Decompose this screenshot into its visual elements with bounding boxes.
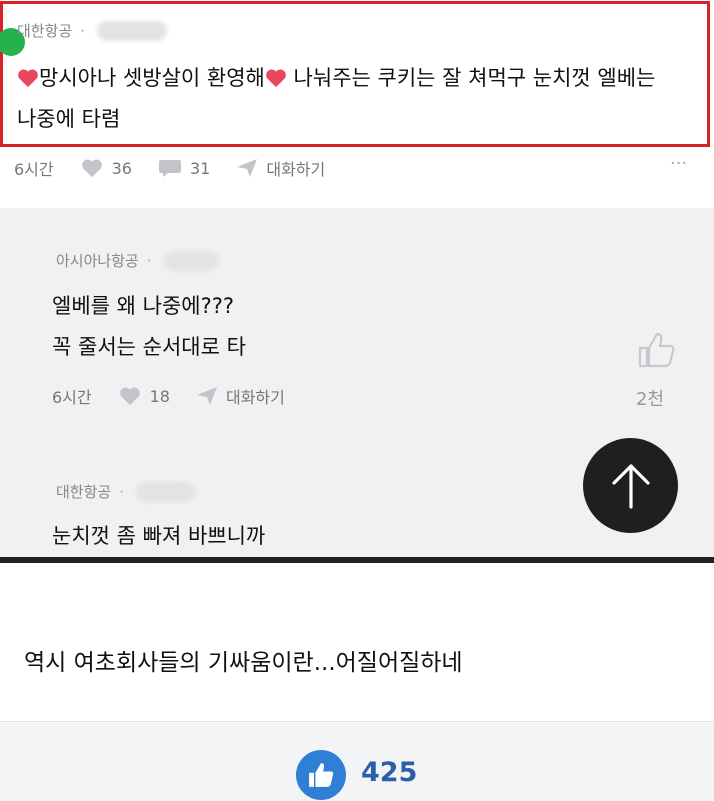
heart-icon: [18, 69, 38, 88]
reply-text-line1: 엘베를 왜 나중에???: [52, 294, 235, 318]
more-options-icon[interactable]: ···: [670, 153, 687, 174]
highlighted-comment: 대한항공 · 망시아나 셋방살이 환영해 나눠주는 쿠키는 잘 쳐먹구 눈치껏 …: [0, 1, 710, 147]
reply-count: 31: [189, 158, 211, 178]
like-heart-icon[interactable]: [80, 158, 104, 178]
image-bottom-border: [0, 557, 714, 563]
comment-time: 6시간: [14, 160, 54, 179]
send-icon[interactable]: [236, 158, 258, 178]
blurred-username: [96, 20, 167, 41]
airline-name: 아시아나항공: [56, 252, 139, 270]
comment-meta: 6시간 36 31 대화하기: [14, 156, 325, 180]
comment-bubble-icon[interactable]: [158, 158, 182, 178]
thumbs-up-icon: [309, 763, 334, 787]
thumbs-up-icon[interactable]: [636, 330, 676, 370]
post-caption: 역시 여초회사들의 기싸움이란...어질어질하네: [24, 650, 463, 676]
blurred-username: [135, 481, 196, 502]
reply-time: 6시간: [52, 388, 92, 407]
like-button[interactable]: [296, 750, 346, 800]
reply-button[interactable]: 대화하기: [226, 384, 285, 408]
comment-text-line2: 나중에 타렴: [17, 107, 121, 131]
reply-author-row: 대한항공 ·: [56, 481, 196, 502]
like-count: 18: [149, 386, 170, 406]
reply-button[interactable]: 대화하기: [266, 156, 325, 180]
like-count: 425: [361, 757, 418, 788]
scroll-to-top-button[interactable]: [583, 438, 678, 533]
comment-text: 망시아나 셋방살이 환영해 나눠주는 쿠키는 잘 쳐먹구 눈치껏 엘베는: [17, 59, 655, 97]
screenshot-image: 대한항공 · 망시아나 셋방살이 환영해 나눠주는 쿠키는 잘 쳐먹구 눈치껏 …: [0, 0, 714, 563]
arrow-up-icon: [611, 463, 650, 509]
airline-name: 대한항공: [56, 483, 112, 501]
reply-meta: 6시간 18 대화하기: [52, 384, 285, 408]
reply-author-row: 아시아나항공 ·: [56, 250, 219, 271]
heart-icon: [266, 69, 286, 88]
airline-name: 대한항공: [17, 22, 73, 40]
comment-author-row: 대한항공 ·: [17, 20, 167, 41]
like-section: 425: [0, 722, 714, 801]
side-like-count: 2천: [636, 389, 665, 410]
send-icon[interactable]: [196, 386, 218, 406]
reply-text-line2: 꼭 줄서는 순서대로 타: [52, 335, 246, 359]
blurred-username: [163, 250, 219, 271]
like-count: 36: [111, 158, 132, 178]
like-heart-icon[interactable]: [118, 386, 142, 406]
reply-text-line1: 눈치껏 좀 빠져 바쁘니까: [52, 524, 266, 548]
